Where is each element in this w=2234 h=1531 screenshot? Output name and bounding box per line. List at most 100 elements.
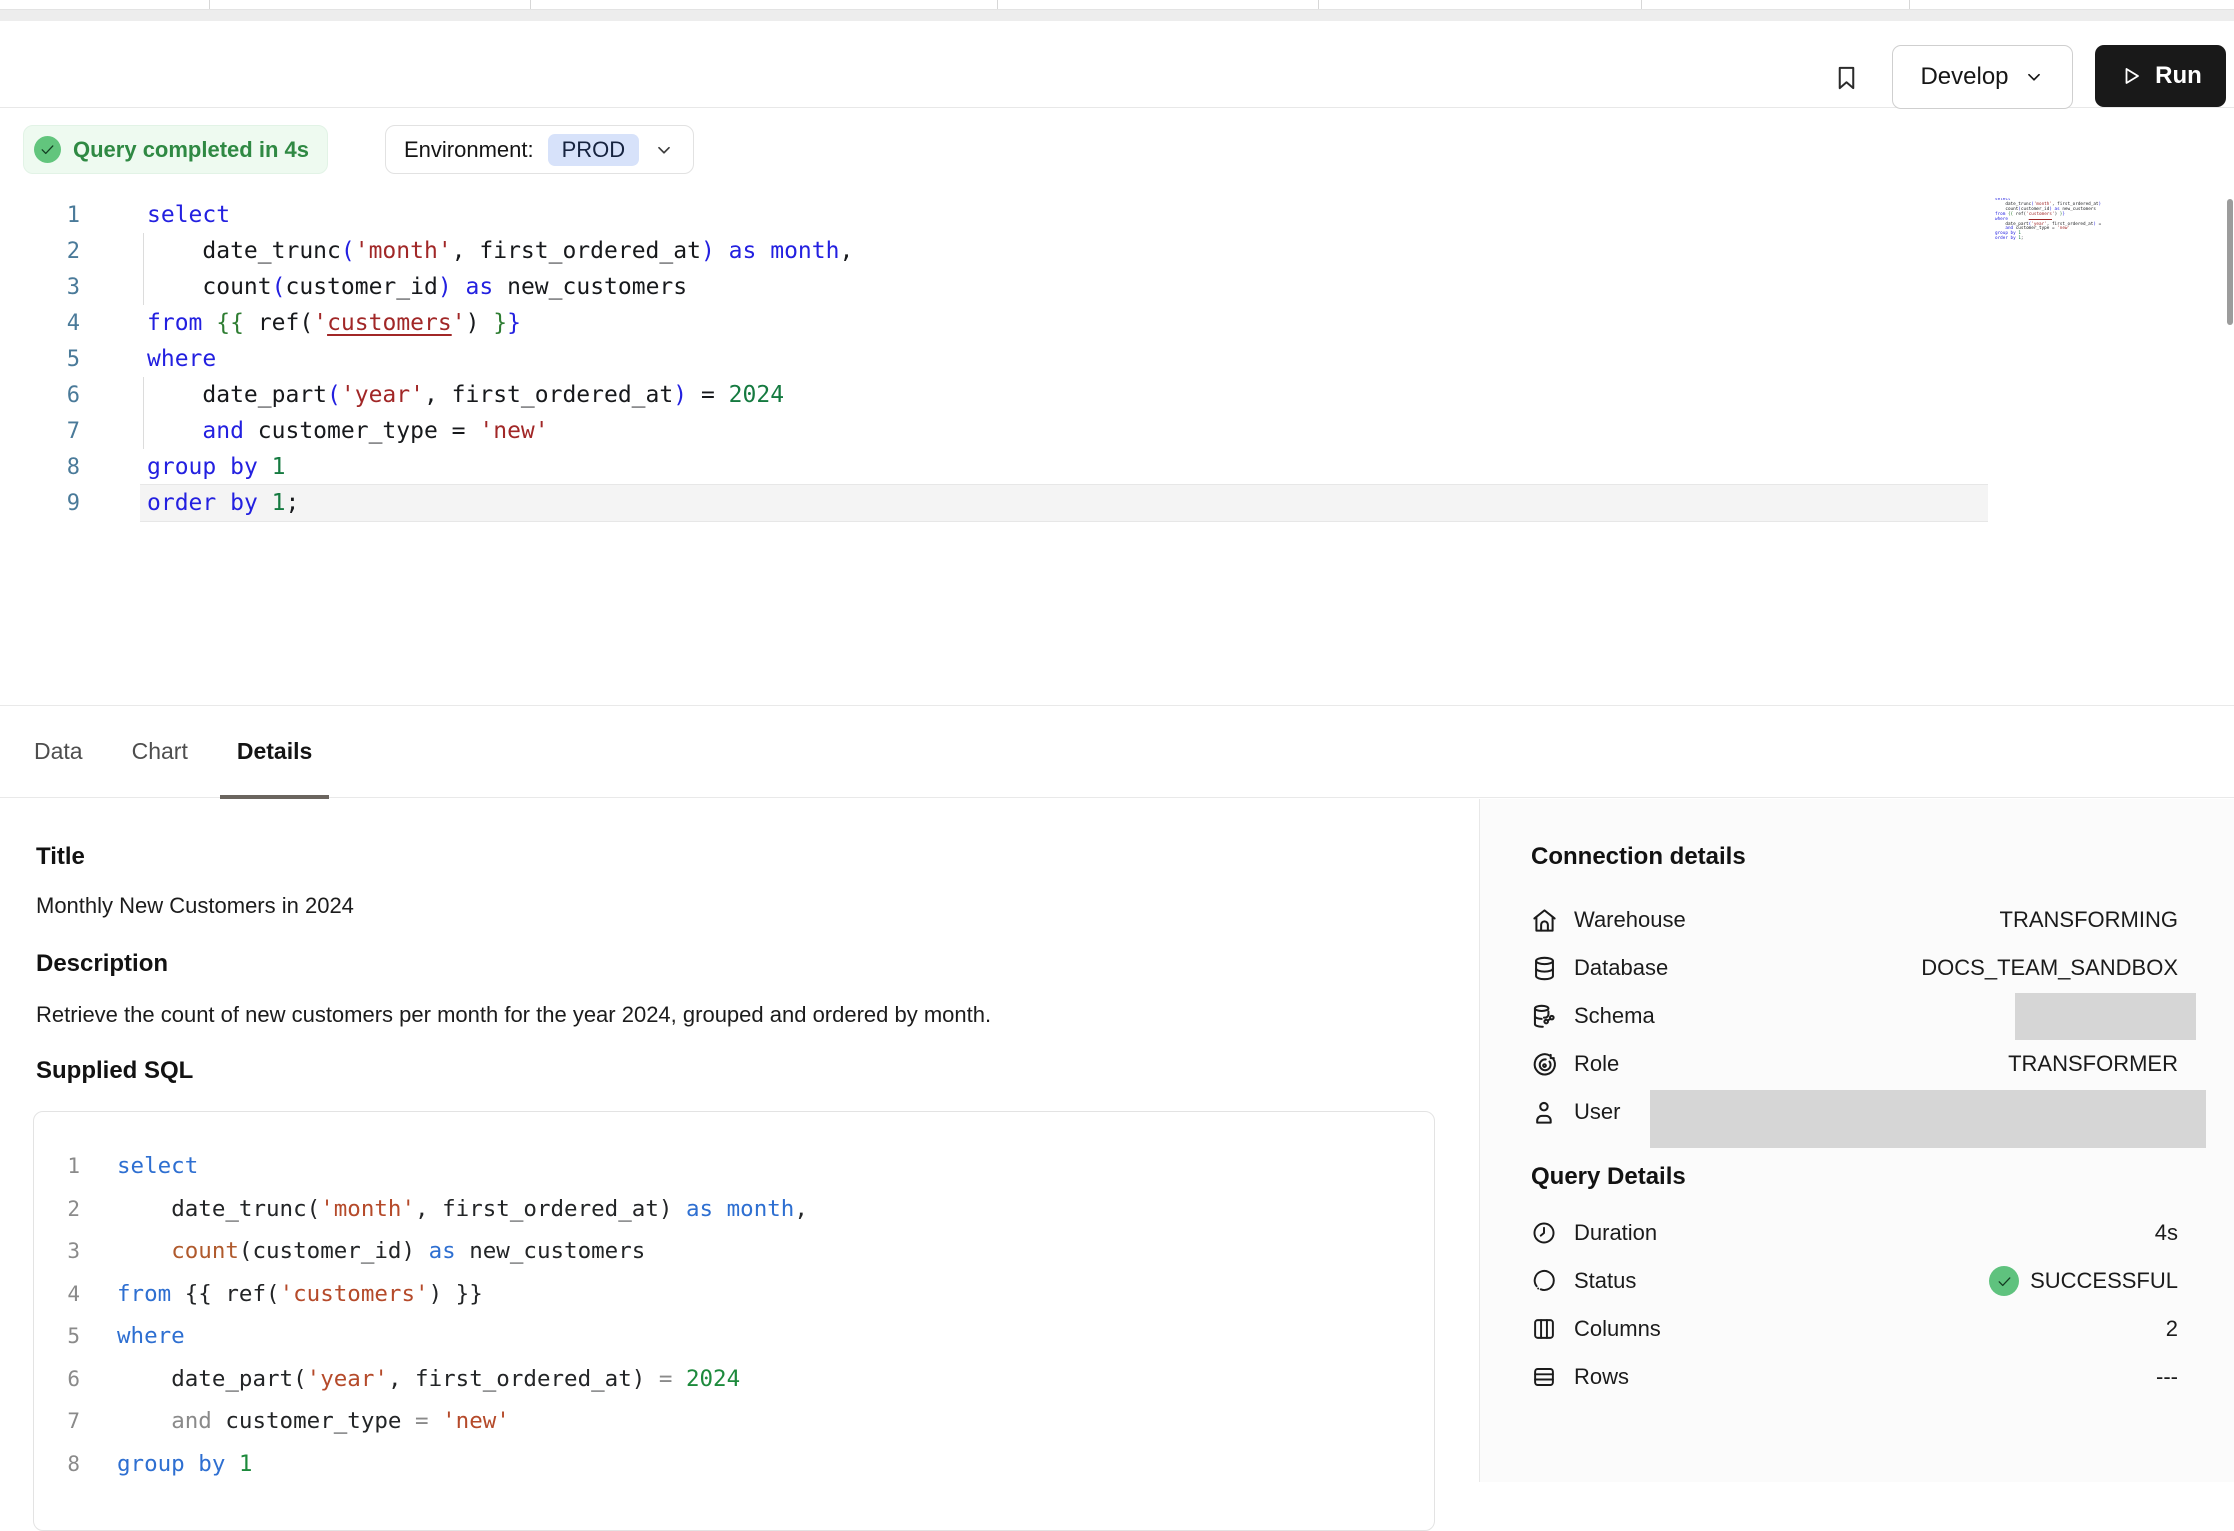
connection-rows: WarehouseTRANSFORMING Database DOCS_TEAM_S… bbox=[1531, 896, 2178, 1136]
editor-minimap[interactable]: select date_trunc('month', first_ordered… bbox=[1995, 198, 2103, 244]
line-number: 9 bbox=[0, 486, 80, 522]
supplied-sql-line: 2 date_trunc('month', first_ordered_at) … bbox=[34, 1188, 1434, 1231]
line-number: 1 bbox=[0, 198, 80, 234]
detail-value: DOCS_TEAM_SANDBOX bbox=[1921, 955, 2178, 981]
tab-details[interactable]: Details bbox=[237, 705, 312, 798]
detail-label: Duration bbox=[1574, 1220, 1657, 1246]
window-tab-strip bbox=[0, 0, 2234, 21]
bookmark-icon[interactable] bbox=[1826, 58, 1866, 98]
environment-selector[interactable]: Environment: PROD bbox=[385, 125, 694, 174]
code-line-text: from {{ ref('customers') }} bbox=[117, 1273, 483, 1316]
tab-divider bbox=[997, 0, 998, 9]
tab-chart[interactable]: Chart bbox=[132, 705, 188, 798]
develop-button[interactable]: Develop bbox=[1892, 45, 2073, 109]
page-scrollbar-thumb[interactable] bbox=[2227, 199, 2233, 325]
detail-label: Status bbox=[1574, 1268, 1636, 1294]
tab-divider bbox=[209, 0, 210, 9]
indent-guide bbox=[143, 269, 144, 305]
detail-label: User bbox=[1574, 1099, 1620, 1125]
supplied-sql-line: 1select bbox=[34, 1145, 1434, 1188]
line-number: 7 bbox=[0, 414, 80, 450]
clock-icon bbox=[1531, 1220, 1558, 1247]
code-line-text: date_trunc('month', first_ordered_at) as… bbox=[117, 1188, 808, 1231]
detail-row-database: Database DOCS_TEAM_SANDBOX bbox=[1531, 944, 2178, 992]
title-heading: Title bbox=[36, 843, 85, 871]
line-number: 5 bbox=[34, 1315, 80, 1358]
code-line-text: order by 1; bbox=[147, 485, 299, 521]
detail-row-duration: Duration 4s bbox=[1531, 1209, 2178, 1257]
detail-label: Schema bbox=[1574, 1003, 1655, 1029]
query-details-heading: Query Details bbox=[1531, 1163, 1686, 1191]
line-number: 6 bbox=[0, 378, 80, 414]
indent-guide bbox=[143, 233, 144, 269]
code-line-text: and customer_type = 'new' bbox=[117, 1400, 510, 1443]
status-arc-icon bbox=[1531, 1268, 1558, 1295]
editor-line: 4from {{ ref('customers') }} bbox=[0, 305, 2234, 341]
detail-row-rows: Rows--- bbox=[1531, 1353, 2178, 1401]
sql-editor[interactable]: 1select2 date_trunc('month', first_order… bbox=[0, 197, 2234, 521]
detail-value: --- bbox=[2156, 1364, 2178, 1390]
tab-divider bbox=[1909, 0, 1910, 9]
supplied-sql-heading: Supplied SQL bbox=[36, 1057, 193, 1085]
rows-icon bbox=[1531, 1364, 1558, 1391]
code-line-text: from {{ ref('customers') }} bbox=[147, 305, 521, 341]
detail-row-schema: Schema bbox=[1531, 992, 2178, 1040]
detail-value: 4s bbox=[2155, 1220, 2178, 1246]
detail-row-warehouse: WarehouseTRANSFORMING bbox=[1531, 896, 2178, 944]
schema-icon bbox=[1531, 1003, 1558, 1030]
indent-guide bbox=[143, 413, 144, 449]
tab-divider bbox=[1641, 0, 1642, 9]
editor-line: 3 count(customer_id) as new_customers bbox=[0, 269, 2234, 305]
detail-value: TRANSFORMING bbox=[2000, 907, 2178, 933]
check-circle-icon bbox=[34, 136, 61, 163]
database-icon bbox=[1531, 955, 1558, 982]
code-line-text: select bbox=[147, 197, 230, 233]
detail-value: TRANSFORMER bbox=[2008, 1051, 2178, 1077]
line-number: 8 bbox=[0, 450, 80, 486]
code-line-text: and customer_type = 'new' bbox=[147, 413, 549, 449]
detail-label: Database bbox=[1574, 955, 1668, 981]
supplied-sql-block: 1select2 date_trunc('month', first_order… bbox=[33, 1111, 1435, 1531]
line-number: 4 bbox=[34, 1273, 80, 1316]
role-icon bbox=[1531, 1051, 1558, 1078]
redacted-value bbox=[1650, 1090, 2206, 1148]
query-details-rows: Duration 4s Status SUCCESSFUL Columns2Rows--… bbox=[1531, 1209, 2178, 1401]
code-line-text: select bbox=[117, 1145, 198, 1188]
detail-row-columns: Columns2 bbox=[1531, 1305, 2178, 1353]
connection-details-heading: Connection details bbox=[1531, 843, 1746, 871]
code-line-text: group by 1 bbox=[117, 1443, 252, 1486]
status-value: SUCCESSFUL bbox=[1989, 1266, 2178, 1296]
supplied-sql-line: 6 date_part('year', first_ordered_at) = … bbox=[34, 1358, 1434, 1401]
detail-row-role: RoleTRANSFORMER bbox=[1531, 1040, 2178, 1088]
chevron-down-icon bbox=[653, 139, 675, 161]
run-button-label: Run bbox=[2155, 62, 2202, 90]
line-number: 6 bbox=[34, 1358, 80, 1401]
line-number: 2 bbox=[0, 234, 80, 270]
chevron-down-icon bbox=[2023, 66, 2045, 88]
description-value: Retrieve the count of new customers per … bbox=[36, 1002, 991, 1028]
columns-icon bbox=[1531, 1316, 1558, 1343]
line-number: 5 bbox=[0, 342, 80, 378]
code-line-text: count(customer_id) as new_customers bbox=[147, 269, 687, 305]
warehouse-icon bbox=[1531, 907, 1558, 934]
indent-guide bbox=[143, 377, 144, 413]
detail-row-user: User bbox=[1531, 1088, 2178, 1136]
supplied-sql-line: 3 count(customer_id) as new_customers bbox=[34, 1230, 1434, 1273]
line-number: 8 bbox=[34, 1443, 80, 1486]
line-number: 3 bbox=[34, 1230, 80, 1273]
supplied-sql-line: 5 where bbox=[34, 1315, 1434, 1358]
tab-divider bbox=[1318, 0, 1319, 9]
tab-divider bbox=[530, 0, 531, 9]
code-line-text: where bbox=[117, 1315, 185, 1358]
editor-line: 7 and customer_type = 'new' bbox=[0, 413, 2234, 449]
run-button[interactable]: Run bbox=[2095, 45, 2226, 107]
toolbar: Develop Run bbox=[0, 21, 2234, 108]
line-number: 7 bbox=[34, 1400, 80, 1443]
environment-label: Environment: bbox=[404, 137, 534, 163]
play-icon bbox=[2119, 64, 2143, 88]
develop-button-label: Develop bbox=[1920, 63, 2008, 91]
detail-value: 2 bbox=[2166, 1316, 2178, 1342]
line-number: 3 bbox=[0, 270, 80, 306]
tab-data[interactable]: Data bbox=[34, 705, 83, 798]
results-tabbar: Data Chart Details bbox=[0, 705, 2234, 798]
